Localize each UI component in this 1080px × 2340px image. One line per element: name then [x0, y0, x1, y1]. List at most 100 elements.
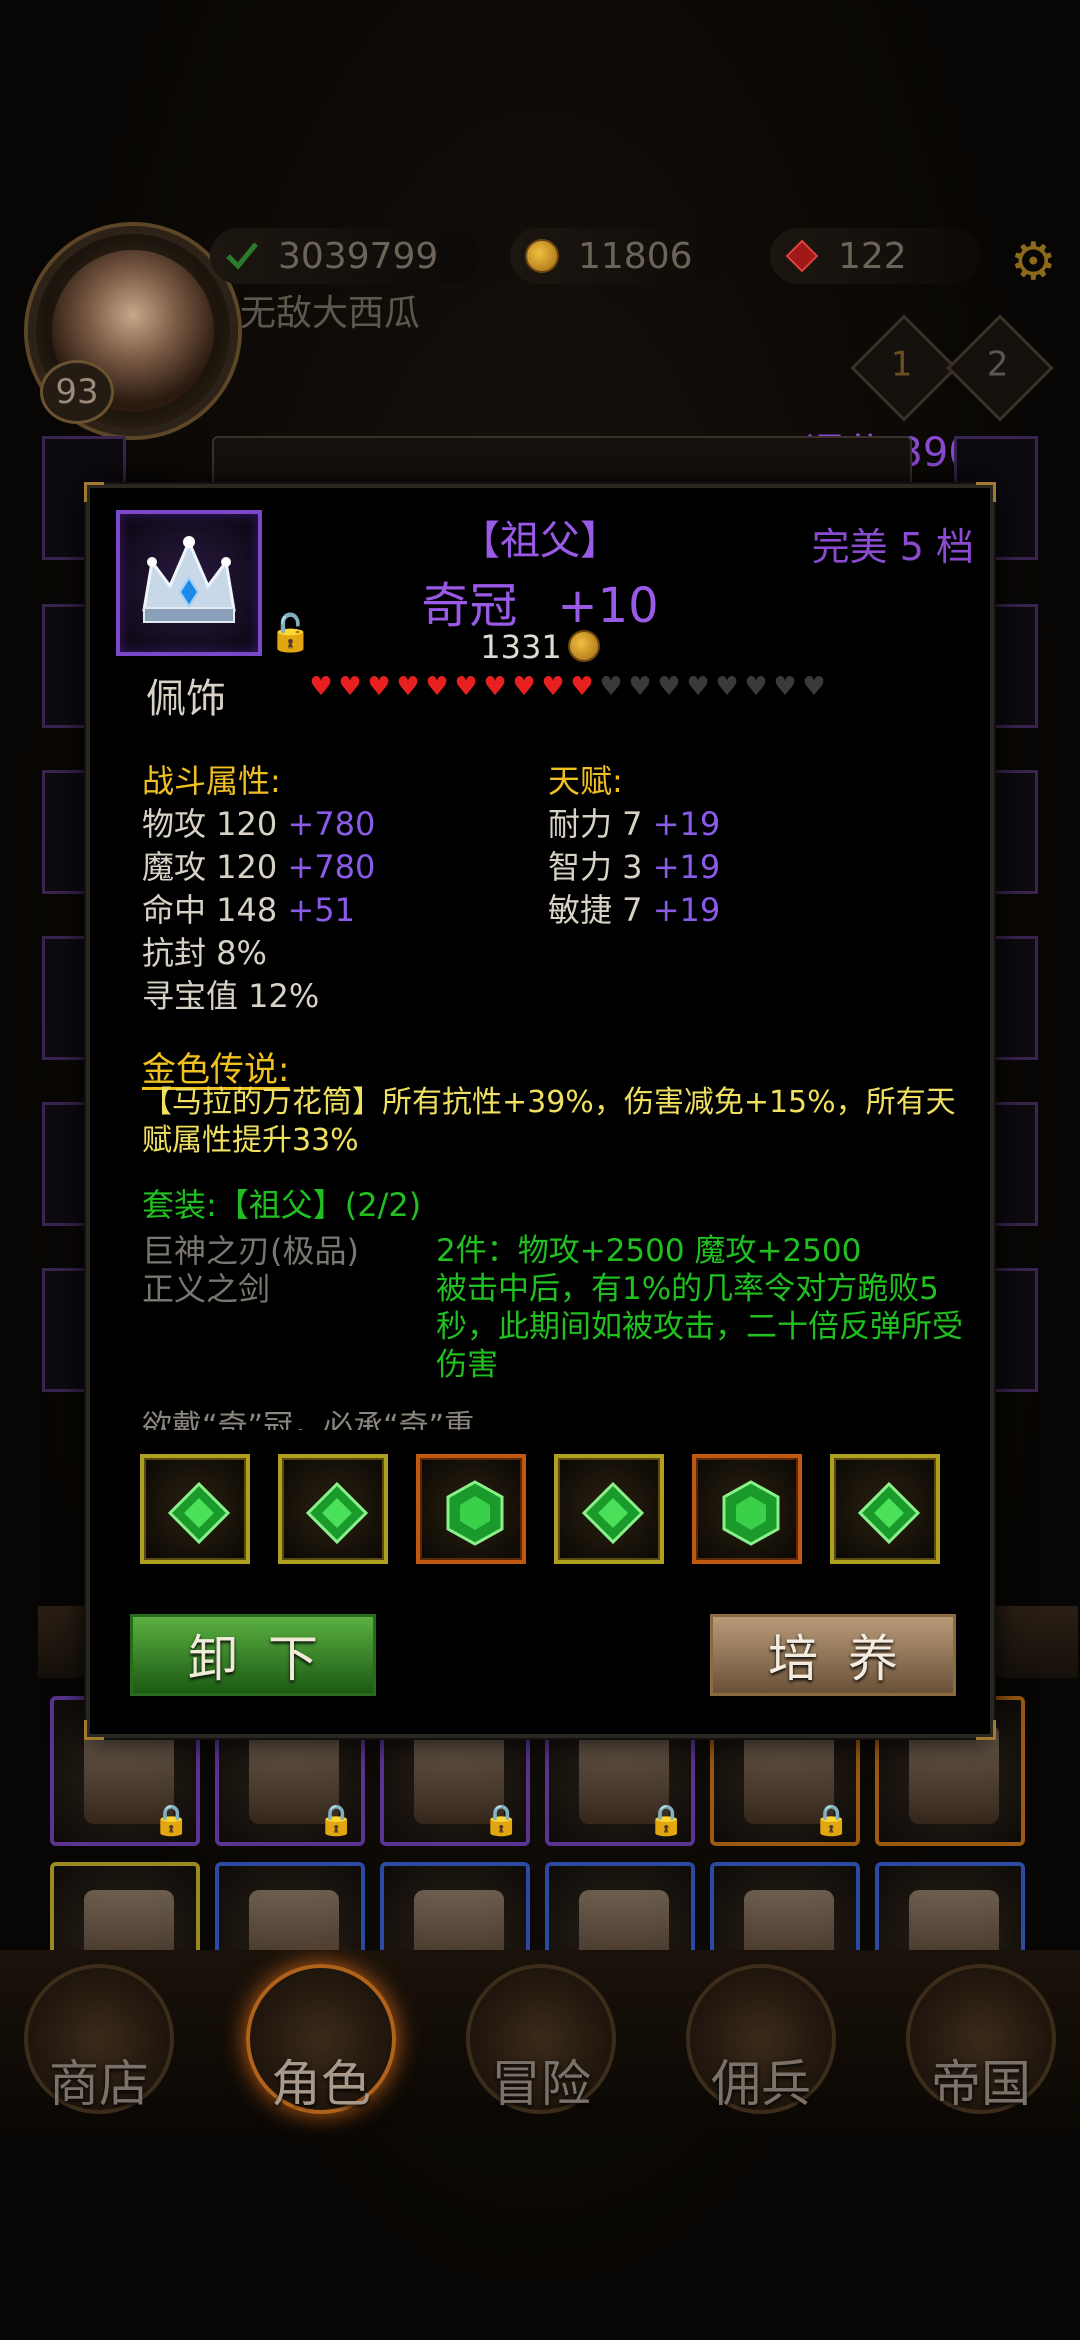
- gem-socket[interactable]: [554, 1454, 664, 1564]
- gem-socket[interactable]: [140, 1454, 250, 1564]
- stat-row: 命中 148 +51: [142, 889, 375, 932]
- item-price-value: 1331: [480, 628, 562, 666]
- stat-label: 魔攻 120: [142, 848, 278, 886]
- rank-badge-2-label: 2: [986, 344, 1009, 385]
- heart-icon: ♥: [802, 672, 826, 702]
- stat-label: 抗封 8%: [142, 934, 267, 972]
- rank-badge-1-label: 1: [890, 344, 913, 385]
- gem-counter: 122: [770, 228, 980, 284]
- gem-socket[interactable]: [830, 1454, 940, 1564]
- heart-icon: ♥: [628, 672, 652, 702]
- ruby-icon: [782, 236, 822, 276]
- gem-value: 122: [838, 235, 907, 277]
- heart-icon: ♥: [541, 672, 565, 702]
- heart-icon: ♥: [367, 672, 391, 702]
- stat-bonus: +51: [287, 891, 355, 929]
- nav-mercenary-label: 佣兵: [711, 2055, 811, 2113]
- heart-icon: ♥: [715, 672, 739, 702]
- item-title: 奇冠 +10: [90, 566, 990, 636]
- combat-stats: 战斗属性: 物攻 120 +780 魔攻 120 +780 命中 148 +51…: [142, 760, 375, 1018]
- legendary-description: 【马拉的万花筒】所有抗性+39%，伤害减免+15%，所有天赋属性提升33%: [142, 1085, 956, 1158]
- lock-icon: 🔒: [647, 1803, 685, 1838]
- player-name: 无敌大西瓜: [240, 293, 421, 334]
- set-bonus-line: 被击中后，有1%的几率令对方跪败5秒，此期间如被攻击，二十倍反弹所受伤害: [436, 1271, 963, 1383]
- set-bonus: 2件：物攻+2500 魔攻+2500 被击中后，有1%的几率令对方跪败5秒，此期…: [436, 1232, 976, 1384]
- gold-coin-icon: [522, 236, 562, 276]
- stat-row: 抗封 8%: [142, 932, 375, 975]
- heart-icon: ♥: [570, 672, 594, 702]
- nav-character-label: 角色: [271, 2055, 371, 2113]
- stat-row: 魔攻 120 +780: [142, 846, 375, 889]
- star-rating: ♥ ♥ ♥ ♥ ♥ ♥ ♥ ♥ ♥ ♥ ♥ ♥ ♥ ♥ ♥ ♥ ♥ ♥: [308, 674, 827, 700]
- stat-label: 寻宝值 12%: [142, 977, 320, 1015]
- heart-icon: ♥: [686, 672, 710, 702]
- emerald-icon: [446, 1480, 504, 1546]
- heart-icon: ♥: [773, 672, 797, 702]
- item-price: 1331: [90, 628, 990, 666]
- heart-icon: ♥: [483, 672, 507, 702]
- set-bonus-line: 2件：物攻+2500 魔攻+2500: [436, 1233, 862, 1269]
- emerald-icon: [581, 1481, 645, 1545]
- nav-mercenary[interactable]: 佣兵: [676, 1964, 846, 2134]
- emerald-icon: [857, 1481, 921, 1545]
- item-name: 奇冠: [421, 578, 518, 634]
- xp-counter: 3039799: [210, 228, 480, 284]
- stat-bonus: +19: [652, 848, 721, 886]
- nav-shop-label: 商店: [49, 2055, 149, 2113]
- heart-icon: ♥: [657, 672, 681, 702]
- nav-character[interactable]: 角色: [236, 1964, 406, 2134]
- stat-bonus: +19: [652, 891, 721, 929]
- stat-bonus: +780: [287, 848, 376, 886]
- heart-icon: ♥: [599, 672, 623, 702]
- heart-icon: ♥: [454, 672, 478, 702]
- settings-gear-icon[interactable]: ⚙: [1010, 232, 1057, 292]
- stat-bonus: +19: [652, 805, 721, 843]
- train-button[interactable]: 培养: [710, 1614, 956, 1696]
- emerald-icon: [722, 1480, 780, 1546]
- heart-icon: ♥: [744, 672, 768, 702]
- heart-icon: ♥: [512, 672, 536, 702]
- lock-icon: 🔒: [317, 1803, 355, 1838]
- item-detail-modal: 🔓 佩饰 【祖父】 完美 5 档 奇冠 +10 1331 ♥ ♥ ♥ ♥ ♥ ♥ ♥ ♥ ♥ ♥ ♥ ♥…: [84, 482, 996, 1740]
- gem-socket[interactable]: [278, 1454, 388, 1564]
- emerald-icon: [305, 1481, 369, 1545]
- nav-empire[interactable]: 帝国: [896, 1964, 1066, 2134]
- stat-row: 敏捷 7 +19: [548, 889, 720, 932]
- set-member: 正义之剑: [142, 1270, 271, 1308]
- gold-counter: 11806: [510, 228, 730, 284]
- stat-label: 敏捷 7: [548, 891, 643, 929]
- set-members: 巨神之刃(极品) 正义之剑: [142, 1232, 359, 1308]
- stat-label: 耐力 7: [548, 805, 643, 843]
- combat-stats-title: 战斗属性:: [142, 762, 281, 800]
- nav-adventure[interactable]: 冒险: [456, 1964, 626, 2134]
- gold-value: 11806: [578, 235, 693, 277]
- check-icon: [222, 236, 262, 276]
- emerald-icon: [167, 1481, 231, 1545]
- flavor-text: 欲戴“奇”冠，必承“奇”重: [142, 1409, 475, 1430]
- unequip-button[interactable]: 卸下: [130, 1614, 376, 1696]
- lock-icon: 🔒: [812, 1803, 850, 1838]
- gem-socket[interactable]: [692, 1454, 802, 1564]
- stat-row: 物攻 120 +780: [142, 803, 375, 846]
- heart-icon: ♥: [338, 672, 362, 702]
- talent-stats: 天赋: 耐力 7 +19 智力 3 +19 敏捷 7 +19: [548, 760, 720, 932]
- nav-shop[interactable]: 商店: [14, 1964, 184, 2134]
- lock-icon: 🔒: [482, 1803, 520, 1838]
- lock-icon: 🔒: [152, 1803, 190, 1838]
- set-title: 套装:【祖父】(2/2): [142, 1186, 422, 1224]
- item-enhance-level: +10: [557, 578, 659, 634]
- stat-label: 智力 3: [548, 848, 643, 886]
- gem-socket[interactable]: [416, 1454, 526, 1564]
- talent-title: 天赋:: [548, 762, 623, 800]
- heart-icon: ♥: [309, 672, 333, 702]
- nav-empire-label: 帝国: [931, 2055, 1031, 2113]
- heart-icon: ♥: [425, 672, 449, 702]
- stat-row: 智力 3 +19: [548, 846, 720, 889]
- item-quality: 完美 5 档: [811, 525, 974, 569]
- stat-label: 命中 148: [142, 891, 278, 929]
- xp-value: 3039799: [278, 235, 439, 277]
- stat-row: 寻宝值 12%: [142, 975, 375, 1018]
- gem-sockets: [140, 1454, 940, 1564]
- player-level-badge: 93: [40, 360, 114, 424]
- heart-icon: ♥: [396, 672, 420, 702]
